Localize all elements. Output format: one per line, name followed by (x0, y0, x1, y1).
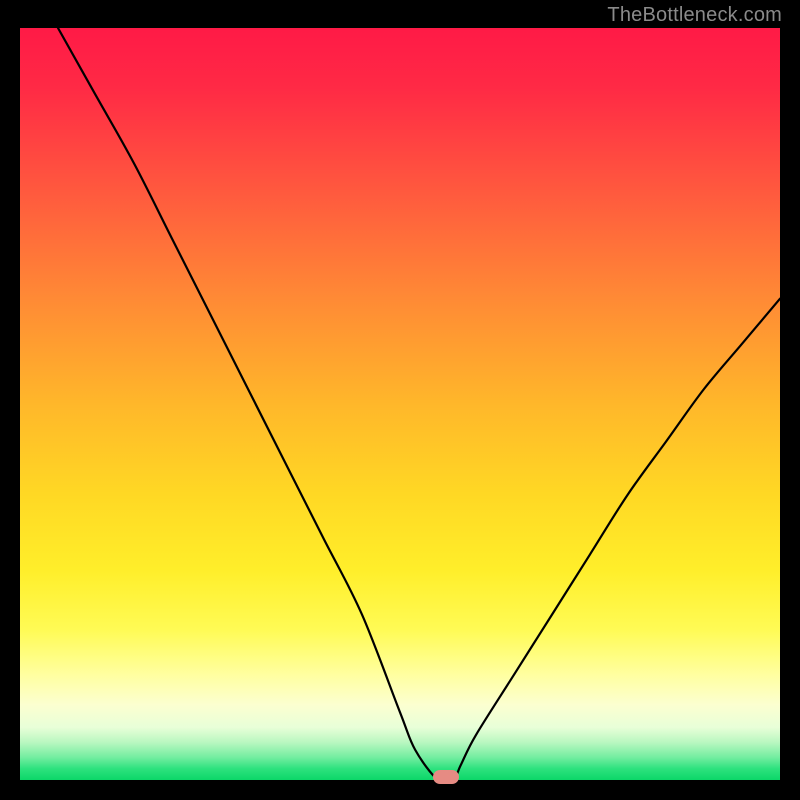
plot-area (20, 28, 780, 780)
watermark-text: TheBottleneck.com (607, 4, 782, 27)
chart-frame: TheBottleneck.com (0, 0, 800, 800)
optimal-point-marker (433, 770, 459, 784)
bottleneck-curve (20, 28, 780, 780)
